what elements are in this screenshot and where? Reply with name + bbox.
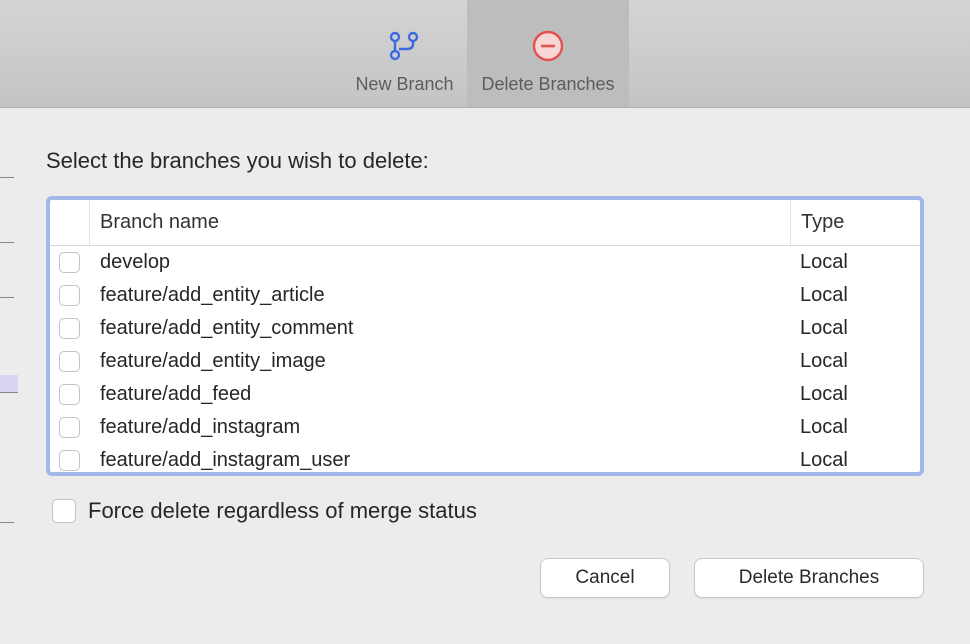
row-branch-type: Local bbox=[790, 350, 920, 373]
toolbar: New Branch Delete Branches bbox=[0, 0, 970, 108]
row-checkbox[interactable] bbox=[59, 318, 80, 339]
dialog-buttons: Cancel Delete Branches bbox=[46, 558, 924, 598]
row-branch-name: feature/add_entity_comment bbox=[90, 317, 790, 340]
row-checkbox-cell bbox=[50, 285, 90, 306]
row-branch-type: Local bbox=[790, 416, 920, 439]
row-branch-name: develop bbox=[90, 251, 790, 274]
table-row[interactable]: feature/add_instagramLocal bbox=[50, 411, 920, 444]
row-checkbox[interactable] bbox=[59, 450, 80, 471]
row-checkbox-cell bbox=[50, 318, 90, 339]
delete-branches-button[interactable]: Delete Branches bbox=[694, 558, 924, 598]
row-checkbox-cell bbox=[50, 252, 90, 273]
column-branch-name[interactable]: Branch name bbox=[90, 211, 790, 234]
tab-new-branch[interactable]: New Branch bbox=[341, 0, 467, 107]
row-branch-type: Local bbox=[790, 251, 920, 274]
table-row[interactable]: feature/add_feedLocal bbox=[50, 378, 920, 411]
cancel-button[interactable]: Cancel bbox=[540, 558, 670, 598]
dialog-content: Select the branches you wish to delete: … bbox=[0, 108, 970, 622]
row-branch-type: Local bbox=[790, 317, 920, 340]
table-row[interactable]: feature/add_instagram_userLocal bbox=[50, 444, 920, 472]
branch-list-header: Branch name Type bbox=[50, 200, 920, 246]
branch-icon bbox=[386, 28, 422, 64]
row-checkbox[interactable] bbox=[59, 252, 80, 273]
row-checkbox[interactable] bbox=[59, 417, 80, 438]
tab-group: New Branch Delete Branches bbox=[341, 0, 628, 107]
row-branch-name: feature/add_feed bbox=[90, 383, 790, 406]
row-branch-name: feature/add_entity_article bbox=[90, 284, 790, 307]
row-checkbox[interactable] bbox=[59, 285, 80, 306]
column-type[interactable]: Type bbox=[790, 200, 920, 245]
row-checkbox[interactable] bbox=[59, 351, 80, 372]
row-branch-type: Local bbox=[790, 383, 920, 406]
row-checkbox-cell bbox=[50, 384, 90, 405]
row-branch-name: feature/add_instagram bbox=[90, 416, 790, 439]
table-row[interactable]: feature/add_entity_articleLocal bbox=[50, 279, 920, 312]
row-checkbox[interactable] bbox=[59, 384, 80, 405]
row-checkbox-cell bbox=[50, 450, 90, 471]
row-checkbox-cell bbox=[50, 417, 90, 438]
row-branch-name: feature/add_instagram_user bbox=[90, 449, 790, 472]
row-checkbox-cell bbox=[50, 351, 90, 372]
tab-label: Delete Branches bbox=[481, 74, 614, 95]
table-row[interactable]: developLocal bbox=[50, 246, 920, 279]
row-branch-name: feature/add_entity_image bbox=[90, 350, 790, 373]
minus-circle-icon bbox=[530, 28, 566, 64]
column-checkbox[interactable] bbox=[50, 200, 90, 245]
tab-delete-branches[interactable]: Delete Branches bbox=[467, 0, 628, 107]
force-delete-row: Force delete regardless of merge status bbox=[46, 498, 924, 524]
tab-label: New Branch bbox=[355, 74, 453, 95]
table-row[interactable]: feature/add_entity_imageLocal bbox=[50, 345, 920, 378]
instruction-text: Select the branches you wish to delete: bbox=[46, 148, 924, 174]
row-branch-type: Local bbox=[790, 449, 920, 472]
force-delete-label: Force delete regardless of merge status bbox=[88, 498, 477, 524]
row-branch-type: Local bbox=[790, 284, 920, 307]
force-delete-checkbox[interactable] bbox=[52, 499, 76, 523]
branch-list-frame: Branch name Type developLocalfeature/add… bbox=[46, 196, 924, 476]
branch-list-body[interactable]: developLocalfeature/add_entity_articleLo… bbox=[50, 246, 920, 472]
table-row[interactable]: feature/add_entity_commentLocal bbox=[50, 312, 920, 345]
